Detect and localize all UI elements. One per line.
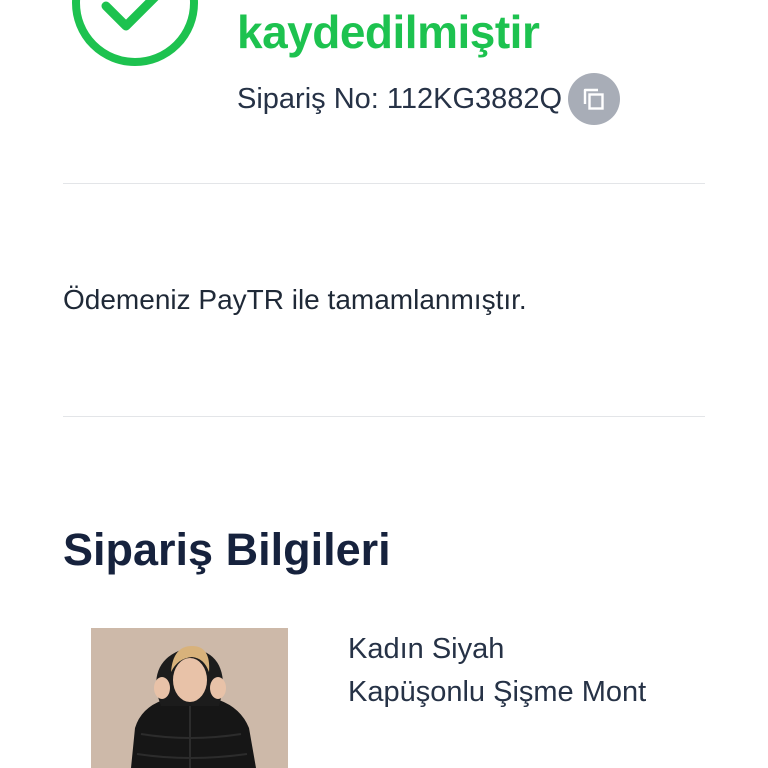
order-confirmation-page: kaydedilmiştir Sipariş No: 112KG3882Q Öd… <box>0 0 768 768</box>
product-photo <box>91 628 288 768</box>
copy-icon <box>583 88 604 110</box>
order-number-row: Sipariş No: 112KG3882Q <box>237 73 621 125</box>
success-title: kaydedilmiştir <box>237 6 540 58</box>
product-name[interactable]: Kadın Siyah Kapüşonlu Şişme Mont <box>348 628 648 714</box>
divider <box>63 183 705 184</box>
order-info-heading: Sipariş Bilgileri <box>63 524 391 575</box>
copy-order-number-button[interactable] <box>568 73 621 125</box>
payment-message: Ödemeniz PayTR ile tamamlanmıştır. <box>63 284 527 315</box>
product-image[interactable] <box>91 628 288 768</box>
divider <box>63 416 705 417</box>
check-circle-icon <box>72 0 198 66</box>
order-number: Sipariş No: 112KG3882Q <box>237 82 563 115</box>
